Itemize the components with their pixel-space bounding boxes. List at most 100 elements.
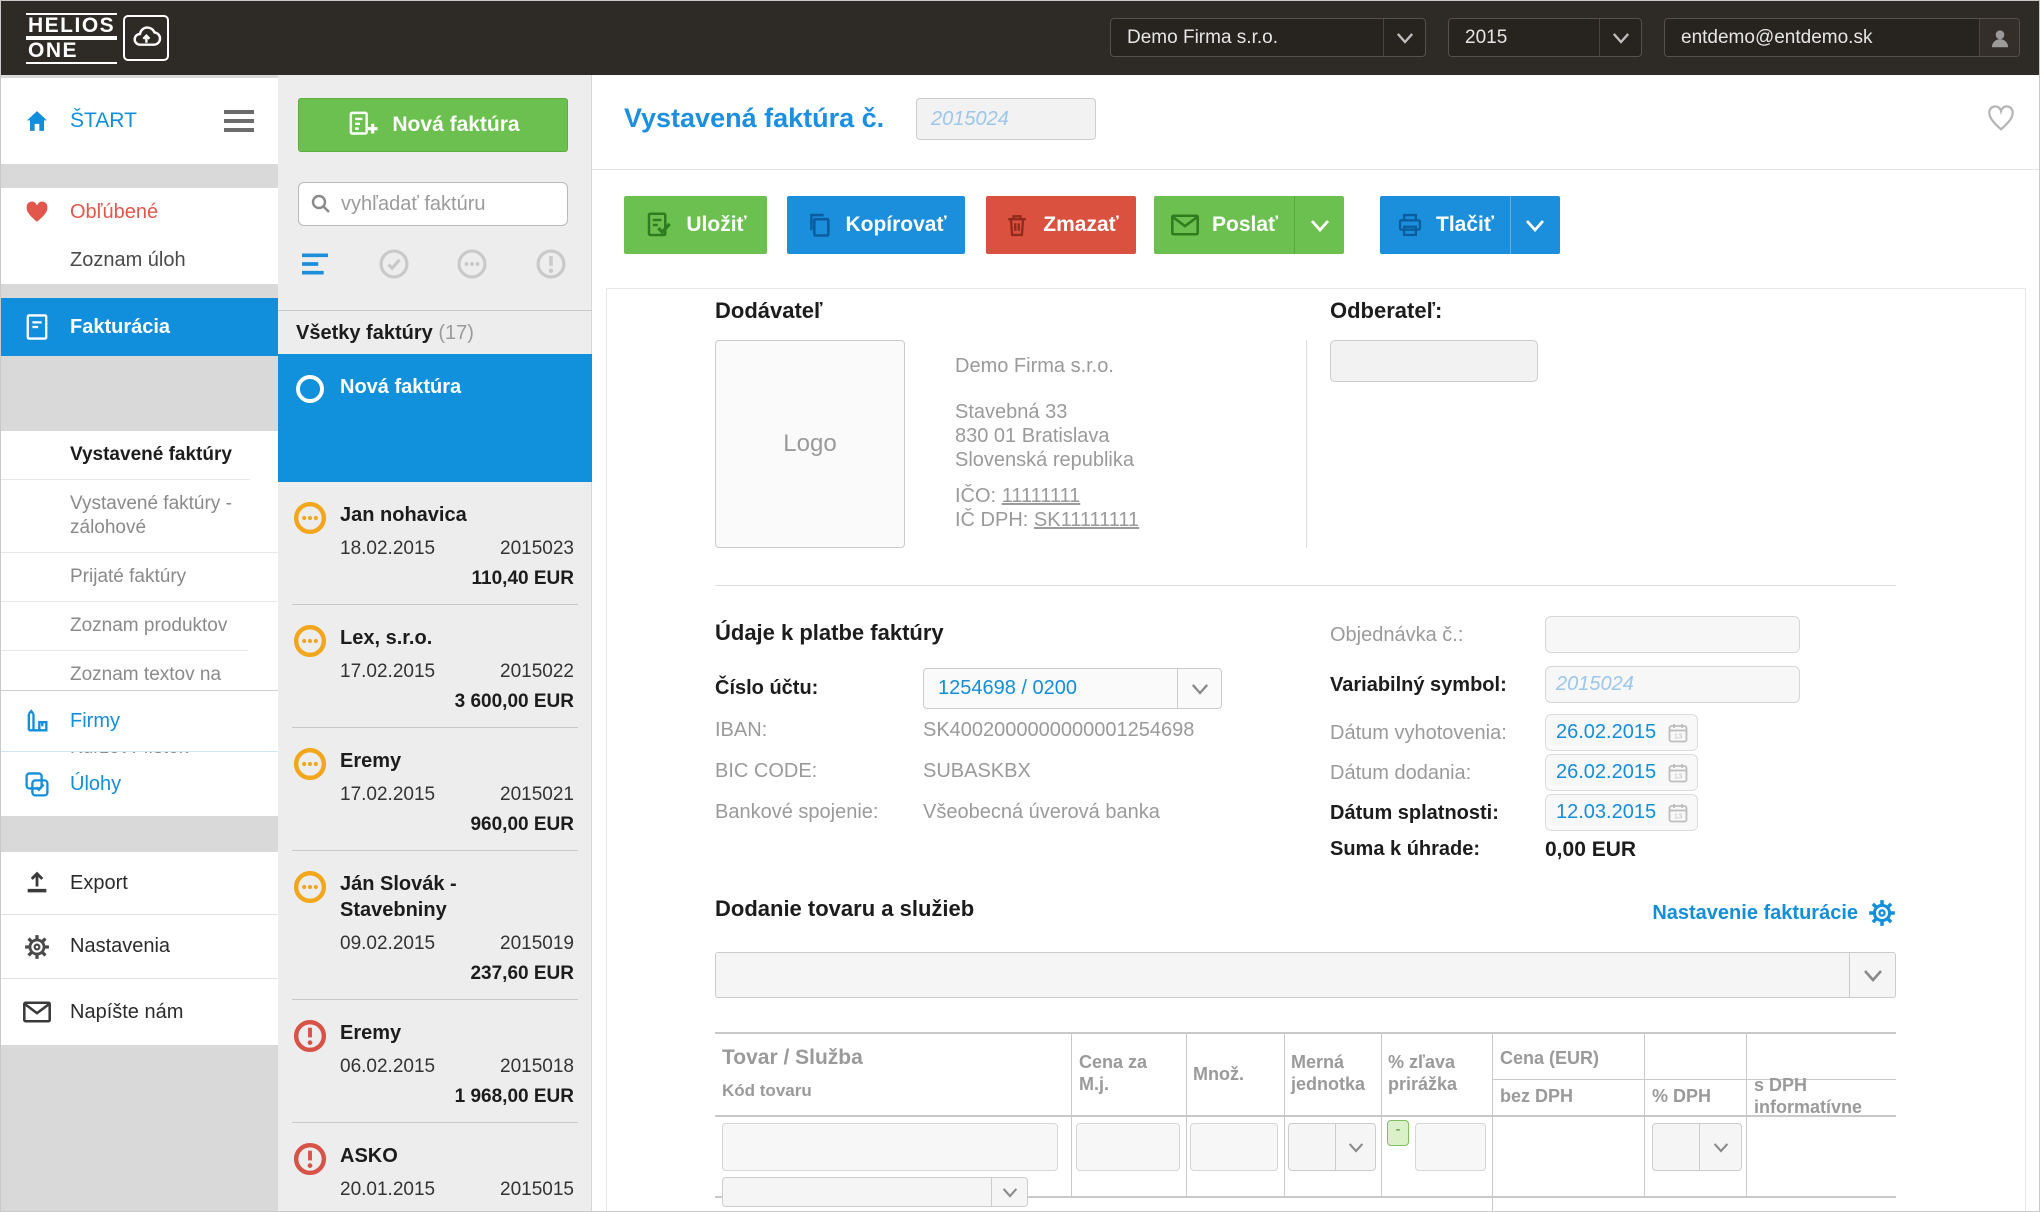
chevron-down-icon — [1177, 669, 1221, 708]
status-pending-icon — [292, 869, 328, 905]
menu-toggle-icon[interactable] — [224, 110, 254, 132]
item-preset-select[interactable] — [715, 952, 1896, 998]
list-item-invoice[interactable]: ASKO 20.01.20152015015 — [278, 1123, 592, 1212]
filter-paid-icon[interactable] — [377, 247, 411, 281]
sidebar-item-companies[interactable]: Firmy — [0, 690, 278, 752]
discount-sign-toggle[interactable]: - — [1387, 1120, 1409, 1146]
ico-value: 11111111 — [1002, 485, 1081, 507]
cloud-icon — [123, 15, 169, 61]
invoice-name: Eremy — [340, 1020, 574, 1046]
sidebar-item-contact[interactable]: Napíšte nám — [0, 979, 278, 1045]
send-dropdown-button[interactable] — [1294, 196, 1344, 254]
invoice-editor: Vystavená faktúra č. Uložiť Kopírovať Zm… — [592, 75, 2040, 1212]
supplier-city: 830 01 Bratislava — [955, 424, 1110, 448]
sidebar-item-invoicing[interactable]: Fakturácia — [0, 298, 278, 356]
company-select[interactable]: Demo Firma s.r.o. — [1110, 18, 1426, 57]
sidebar-item-task-list[interactable]: Zoznam úloh — [0, 236, 278, 284]
order-number-input[interactable] — [1545, 616, 1800, 653]
items-heading: Dodanie tovaru a služieb — [715, 896, 974, 922]
copy-icon — [805, 211, 833, 239]
print-button-label: Tlačiť — [1436, 213, 1494, 237]
sidebar-item-export[interactable]: Export — [0, 852, 278, 914]
issue-date-label: Dátum vyhotovenia: — [1330, 722, 1507, 745]
print-dropdown-button[interactable] — [1510, 196, 1560, 254]
filter-overdue-icon[interactable] — [534, 247, 568, 281]
column-divider — [1284, 1032, 1285, 1196]
sidebar-item-favorites[interactable]: Obľúbené — [0, 188, 278, 236]
sidebar-item-issued-invoices[interactable]: Vystavené faktúry — [0, 431, 278, 479]
sidebar-item-label: Nastavenia — [70, 935, 170, 958]
divider — [715, 585, 1896, 586]
sidebar-item-product-list[interactable]: Zoznam produktov — [0, 601, 278, 650]
invoice-number-input[interactable] — [916, 98, 1096, 140]
quantity-input[interactable] — [1190, 1123, 1278, 1171]
status-pending-icon — [292, 500, 328, 536]
bic-label: BIC CODE: — [715, 760, 817, 783]
bank-value: Všeobecná úverová banka — [923, 801, 1160, 824]
variable-symbol-input[interactable] — [1545, 666, 1800, 703]
unit-price-input[interactable] — [1076, 1123, 1180, 1171]
invoicing-settings-link[interactable]: Nastavenie fakturácie — [1652, 899, 1896, 927]
sidebar-item-received-invoices[interactable]: Prijaté faktúry — [0, 552, 278, 601]
calendar-icon: 13 — [1666, 721, 1690, 745]
account-select[interactable]: 1254698 / 0200 — [923, 668, 1222, 709]
favorite-heart-icon[interactable] — [1986, 104, 2016, 132]
tasks-icon — [22, 770, 52, 800]
delivery-date-field[interactable]: 26.02.2015 13 — [1545, 754, 1698, 791]
icdph-value: SK11111111 — [1034, 509, 1139, 531]
sidebar-item-settings[interactable]: Nastavenia — [0, 915, 278, 978]
sidebar-item-label: Obľúbené — [70, 201, 158, 224]
due-date-field[interactable]: 12.03.2015 13 — [1545, 794, 1698, 831]
search-input[interactable] — [341, 193, 551, 216]
total-label: Suma k úhrade: — [1330, 838, 1480, 861]
topbar: HELIOS ONE Demo Firma s.r.o. 2015 — [0, 0, 2040, 75]
sidebar-item-issued-advance-invoices[interactable]: Vystavené faktúry - zálohové — [0, 479, 250, 552]
list-item-new-invoice[interactable]: Nová faktúra — [278, 354, 592, 482]
save-button[interactable]: Uložiť — [624, 196, 767, 254]
status-overdue-icon — [292, 1018, 328, 1054]
print-button[interactable]: Tlačiť — [1380, 196, 1510, 254]
list-item-invoice[interactable]: Lex, s.r.o. 17.02.20152015022 3 600,00 E… — [278, 605, 592, 728]
supplier-logo-box[interactable]: Logo — [715, 340, 905, 548]
issue-date-field[interactable]: 26.02.2015 13 — [1545, 714, 1698, 751]
order-number-label: Objednávka č.: — [1330, 624, 1463, 647]
column-divider — [1644, 1032, 1645, 1196]
send-button[interactable]: Poslať — [1154, 196, 1294, 254]
copy-button[interactable]: Kopírovať — [787, 196, 965, 254]
issue-date-value: 26.02.2015 — [1556, 721, 1656, 744]
invoice-number: 2015022 — [500, 660, 574, 684]
printer-icon — [1396, 211, 1424, 239]
user-menu[interactable]: entdemo@entdemo.sk — [1664, 18, 2020, 57]
chevron-down-icon — [1699, 1124, 1741, 1170]
year-select[interactable]: 2015 — [1448, 18, 1642, 57]
supplier-country: Slovenská republika — [955, 448, 1134, 472]
unit-select[interactable] — [1288, 1123, 1376, 1171]
invoice-date: 09.02.2015 — [340, 932, 435, 956]
vat-select[interactable] — [1652, 1123, 1742, 1171]
sidebar-item-tasks[interactable]: Úlohy — [0, 753, 278, 816]
print-split-button: Tlačiť — [1380, 196, 1560, 254]
list-item-invoice[interactable]: Jan nohavica 18.02.20152015023 110,40 EU… — [278, 482, 592, 605]
new-invoice-button[interactable]: Nová faktúra — [298, 98, 568, 152]
discount-input[interactable] — [1415, 1123, 1486, 1171]
list-item-invoice[interactable]: Ján Slovák - Stavebniny 09.02.2015201501… — [278, 851, 592, 1000]
invoice-date: 18.02.2015 — [340, 537, 435, 561]
helios-one-app: HELIOS ONE Demo Firma s.r.o. 2015 — [0, 0, 2040, 1212]
filter-pending-icon[interactable] — [455, 247, 489, 281]
item-name-input[interactable] — [722, 1123, 1058, 1171]
delete-button[interactable]: Zmazať — [986, 196, 1136, 254]
table-header-border — [715, 1115, 1896, 1117]
column-divider — [1746, 1032, 1747, 1196]
iban-label: IBAN: — [715, 719, 767, 742]
sidebar-item-start[interactable]: ŠTART — [0, 78, 278, 164]
filter-all-icon[interactable] — [298, 247, 332, 281]
item-code-select[interactable] — [722, 1177, 1028, 1207]
invoice-date: 17.02.2015 — [340, 783, 435, 807]
list-item-invoice[interactable]: Eremy 17.02.20152015021 960,00 EUR — [278, 728, 592, 851]
topbar-controls: Demo Firma s.r.o. 2015 entdemo@entdemo.s… — [1110, 18, 2020, 57]
column-header-price-group: Cena (EUR) — [1500, 1047, 1599, 1069]
chevron-down-icon — [1599, 19, 1641, 56]
customer-input[interactable] — [1330, 340, 1538, 382]
bic-value: SUBASKBX — [923, 760, 1031, 783]
list-item-invoice[interactable]: Eremy 06.02.20152015018 1 968,00 EUR — [278, 1000, 592, 1123]
